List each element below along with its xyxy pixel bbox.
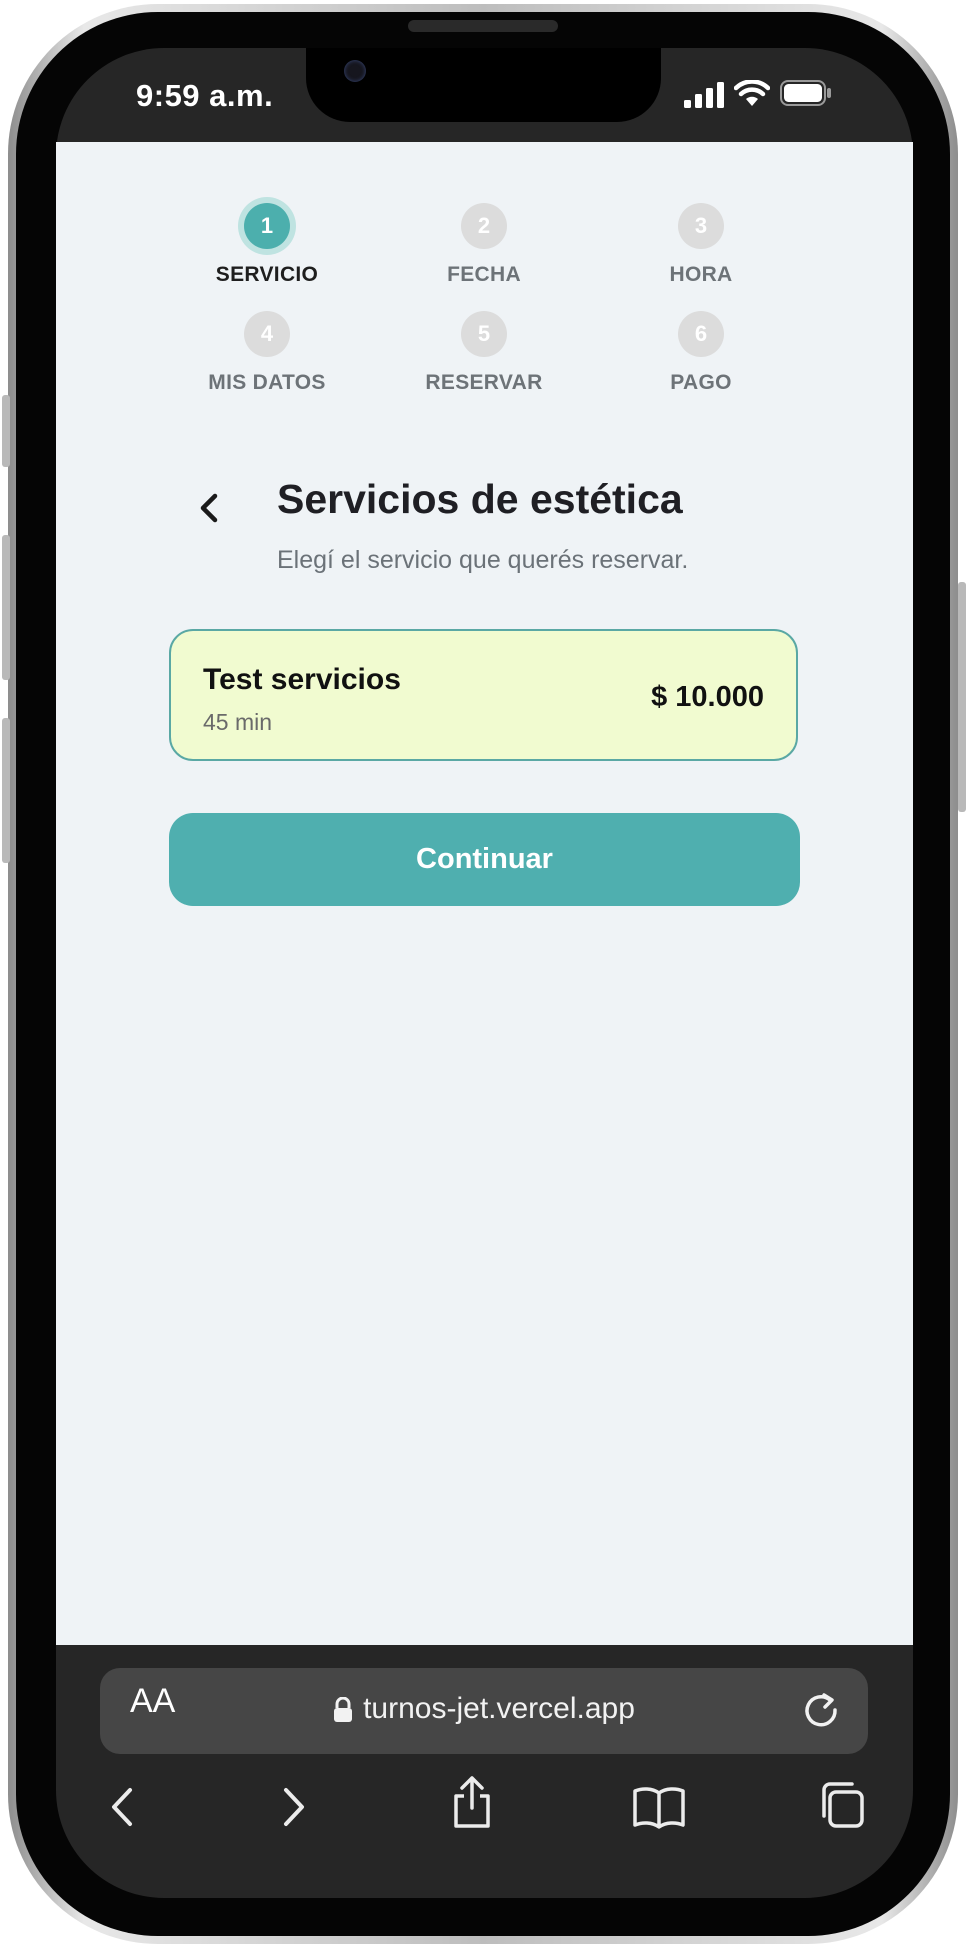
notch xyxy=(306,48,661,122)
step-fecha[interactable]: 2 FECHA xyxy=(404,203,564,287)
battery-icon xyxy=(780,80,831,106)
back-arrow-icon[interactable] xyxy=(104,1782,140,1832)
volume-up-button xyxy=(2,535,10,680)
url-display[interactable]: turnos-jet.vercel.app xyxy=(100,1692,868,1726)
step-pago[interactable]: 6 PAGO xyxy=(621,311,781,395)
service-price: $ 10.000 xyxy=(651,681,764,713)
earpiece-speaker xyxy=(408,20,558,32)
step-number: 4 xyxy=(244,311,290,357)
share-icon[interactable] xyxy=(450,1774,494,1830)
service-name: Test servicios xyxy=(203,663,401,696)
bookmarks-icon[interactable] xyxy=(632,1785,686,1829)
reload-icon[interactable] xyxy=(802,1686,842,1732)
step-number: 5 xyxy=(461,311,507,357)
step-number: 2 xyxy=(461,203,507,249)
url-text: turnos-jet.vercel.app xyxy=(363,1692,635,1725)
step-reservar[interactable]: 5 RESERVAR xyxy=(404,311,564,395)
step-label: RESERVAR xyxy=(425,371,543,394)
page-subtitle: Elegí el servicio que querés reservar. xyxy=(277,546,689,574)
address-bar[interactable]: AA turnos-jet.vercel.app xyxy=(100,1668,868,1754)
step-hora[interactable]: 3 HORA xyxy=(621,203,781,287)
service-card[interactable]: Test servicios 45 min $ 10.000 xyxy=(169,629,798,761)
step-label: HORA xyxy=(669,263,733,286)
step-number: 1 xyxy=(244,203,290,249)
front-camera xyxy=(344,60,366,82)
step-label: SERVICIO xyxy=(215,263,319,286)
step-servicio[interactable]: 1 SERVICIO xyxy=(187,203,347,287)
step-number: 3 xyxy=(678,203,724,249)
step-mis-datos[interactable]: 4 MIS DATOS xyxy=(187,311,347,395)
tabs-icon[interactable] xyxy=(818,1780,866,1830)
lock-icon xyxy=(334,1697,353,1723)
continue-button[interactable]: Continuar xyxy=(169,813,800,906)
step-label: FECHA xyxy=(447,263,521,286)
page-title: Servicios de estética xyxy=(277,476,683,522)
silent-switch xyxy=(2,395,10,467)
volume-down-button xyxy=(2,718,10,863)
step-label: PAGO xyxy=(670,371,732,394)
power-button xyxy=(958,582,966,812)
forward-arrow-icon[interactable] xyxy=(276,1782,312,1832)
signal-icon xyxy=(684,82,724,108)
status-time: 9:59 a.m. xyxy=(136,78,274,113)
step-label: MIS DATOS xyxy=(208,371,326,394)
wifi-icon xyxy=(734,80,770,106)
step-number: 6 xyxy=(678,311,724,357)
chevron-left-icon[interactable] xyxy=(188,486,232,530)
service-duration: 45 min xyxy=(203,709,273,735)
